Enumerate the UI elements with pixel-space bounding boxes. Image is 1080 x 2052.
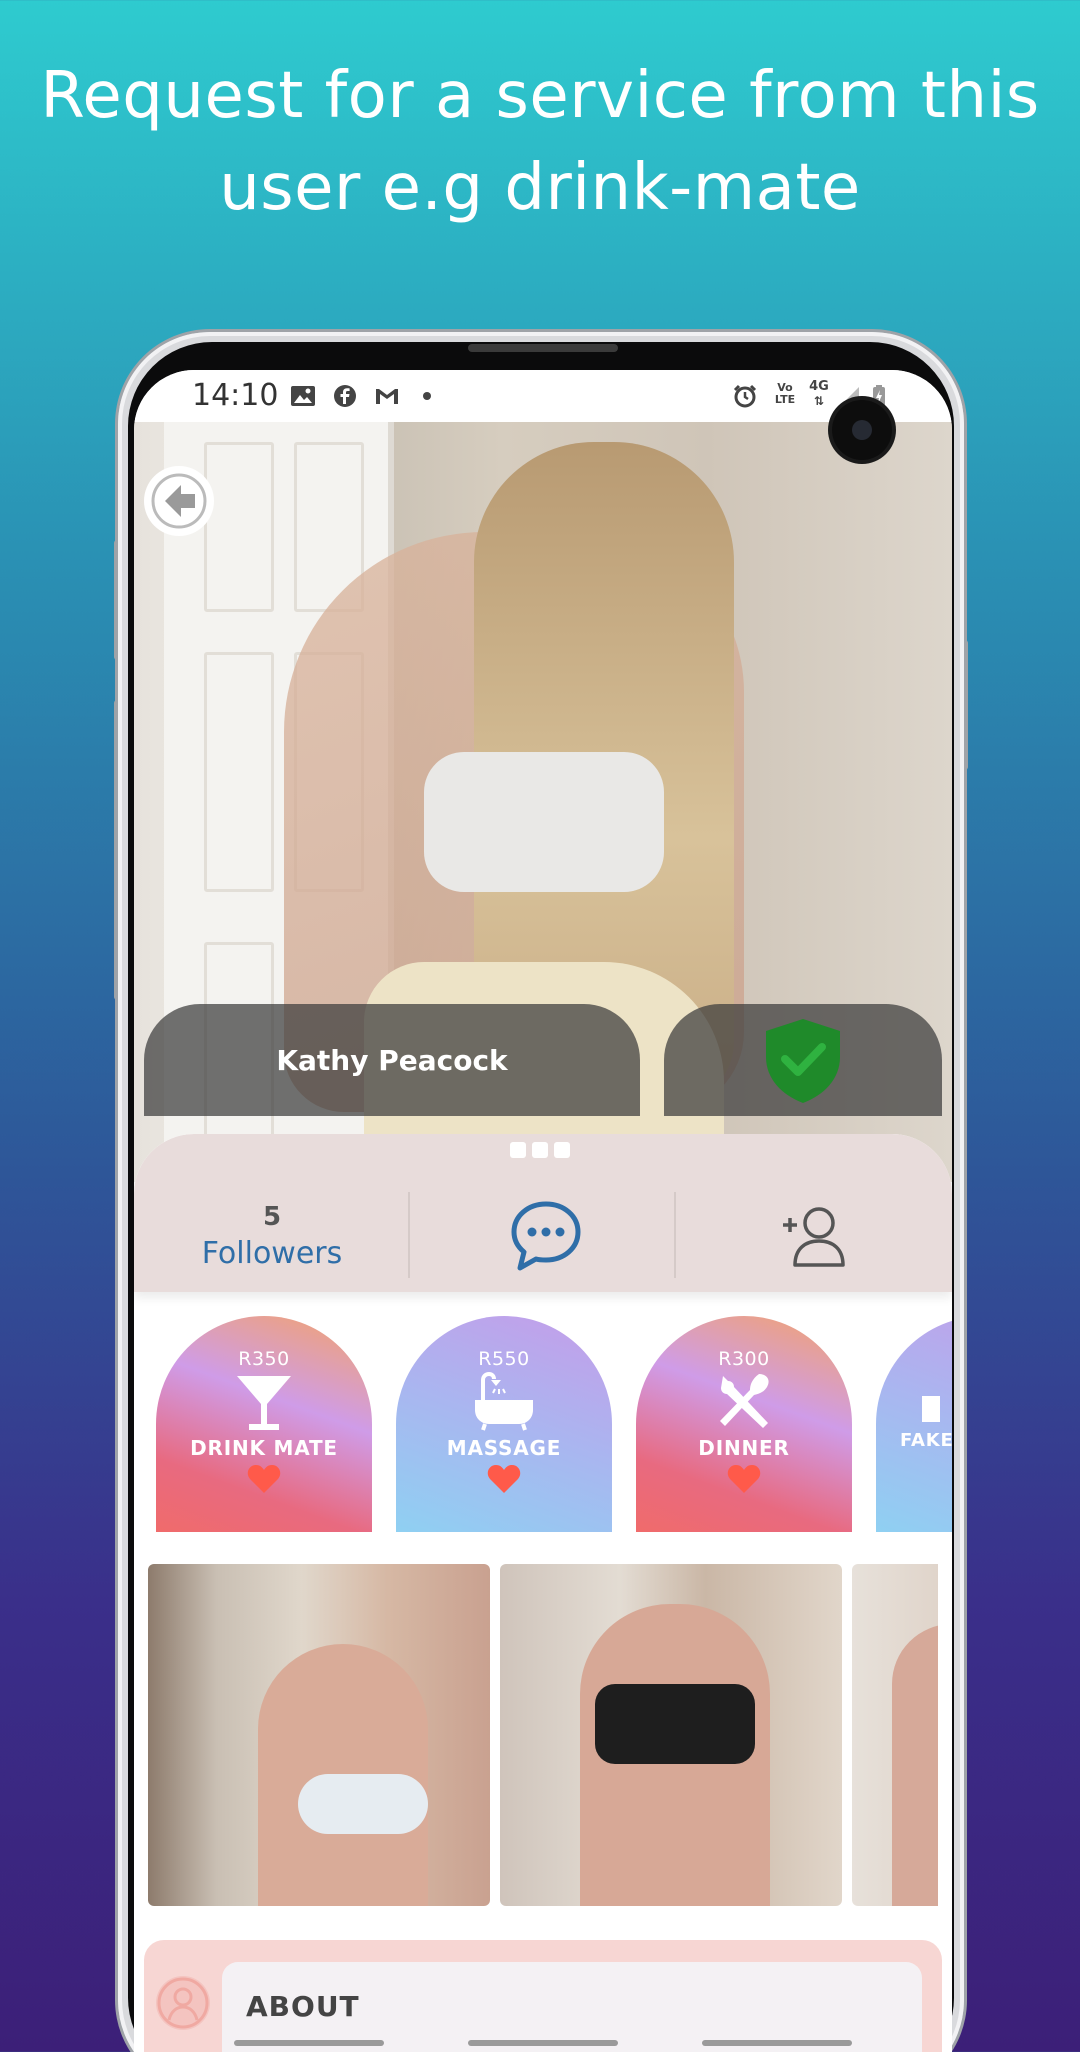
message-button[interactable]	[464, 1192, 628, 1280]
service-dinner[interactable]: R300 DINNER	[636, 1316, 852, 1532]
about-title: ABOUT	[246, 1990, 360, 2023]
service-fake[interactable]: FAKE	[876, 1316, 952, 1532]
dot-icon	[423, 392, 431, 400]
image-icon	[291, 386, 315, 406]
heart-icon	[727, 1465, 761, 1493]
back-button[interactable]	[144, 466, 214, 536]
service-price: R300	[718, 1348, 770, 1370]
service-drink-mate[interactable]: R350 DRINK MATE	[156, 1316, 372, 1532]
nav-back[interactable]	[702, 2040, 852, 2046]
earpiece-speaker	[468, 344, 618, 352]
service-price: R350	[238, 1348, 290, 1370]
profile-stats-bar: 5 Followers	[134, 1134, 952, 1292]
verified-badge	[664, 1004, 942, 1116]
network-label: 4G	[809, 379, 829, 394]
status-bar: 14:10 Vo LTE 4G ⇅	[134, 370, 952, 422]
volte-icon: Vo LTE	[774, 381, 796, 406]
gesture-navigation-bar	[134, 2036, 952, 2052]
phone-screen: 14:10 Vo LTE 4G ⇅ Kathy Peacock 5 Follow…	[134, 370, 952, 2052]
profile-name-pill: Kathy Peacock	[144, 1004, 640, 1116]
photo-gallery	[148, 1564, 938, 1906]
heart-icon	[487, 1465, 521, 1493]
gallery-photo-3[interactable]	[852, 1564, 938, 1906]
service-massage[interactable]: R550 MASSAGE	[396, 1316, 612, 1532]
nav-home[interactable]	[468, 2040, 618, 2046]
cocktail-icon	[237, 1376, 291, 1430]
sheet-handle[interactable]	[510, 1142, 570, 1158]
promo-headline: Request for a service from this user e.g…	[0, 50, 1080, 234]
gmail-icon	[376, 389, 398, 404]
facebook-icon	[334, 385, 356, 407]
service-name: MASSAGE	[446, 1436, 562, 1460]
followers-label: Followers	[201, 1235, 343, 1271]
followers-stat[interactable]: 5 Followers	[174, 1192, 370, 1280]
chat-bubble-icon	[511, 1201, 581, 1271]
service-name: FAKE	[900, 1430, 952, 1451]
heart-icon	[247, 1465, 281, 1493]
gallery-photo-1[interactable]	[148, 1564, 490, 1906]
gallery-photo-2[interactable]	[500, 1564, 842, 1906]
nav-recents[interactable]	[234, 2040, 384, 2046]
profile-name: Kathy Peacock	[276, 1043, 508, 1077]
headline-line-1: Request for a service from this	[40, 59, 1040, 133]
4g-icon: 4G ⇅	[809, 379, 829, 409]
add-friend-button[interactable]	[726, 1192, 902, 1280]
arrow-left-icon	[151, 473, 207, 529]
profile-sheet: 5 Followers R350 DRINK MATE R550 MASSAGE…	[134, 1134, 952, 2052]
user-icon	[157, 1977, 209, 2029]
followers-count: 5	[262, 1201, 282, 1232]
profile-cover-photo: Kathy Peacock	[134, 422, 952, 1182]
verified-shield-icon	[766, 1019, 840, 1103]
alarm-icon	[733, 384, 757, 408]
headline-line-2: user e.g drink-mate	[219, 151, 861, 225]
add-user-icon	[783, 1207, 845, 1267]
front-camera	[832, 400, 892, 460]
service-name: DINNER	[698, 1436, 790, 1460]
bathtub-icon	[475, 1371, 533, 1431]
service-price: R550	[478, 1348, 530, 1370]
service-name: DRINK MATE	[190, 1436, 338, 1460]
service-icon	[922, 1396, 940, 1422]
status-time: 14:10	[192, 378, 279, 413]
services-row: R350 DRINK MATE R550 MASSAGE R300 DINNER…	[134, 1316, 952, 1532]
avatar	[156, 1976, 210, 2030]
cutlery-icon	[720, 1374, 769, 1428]
